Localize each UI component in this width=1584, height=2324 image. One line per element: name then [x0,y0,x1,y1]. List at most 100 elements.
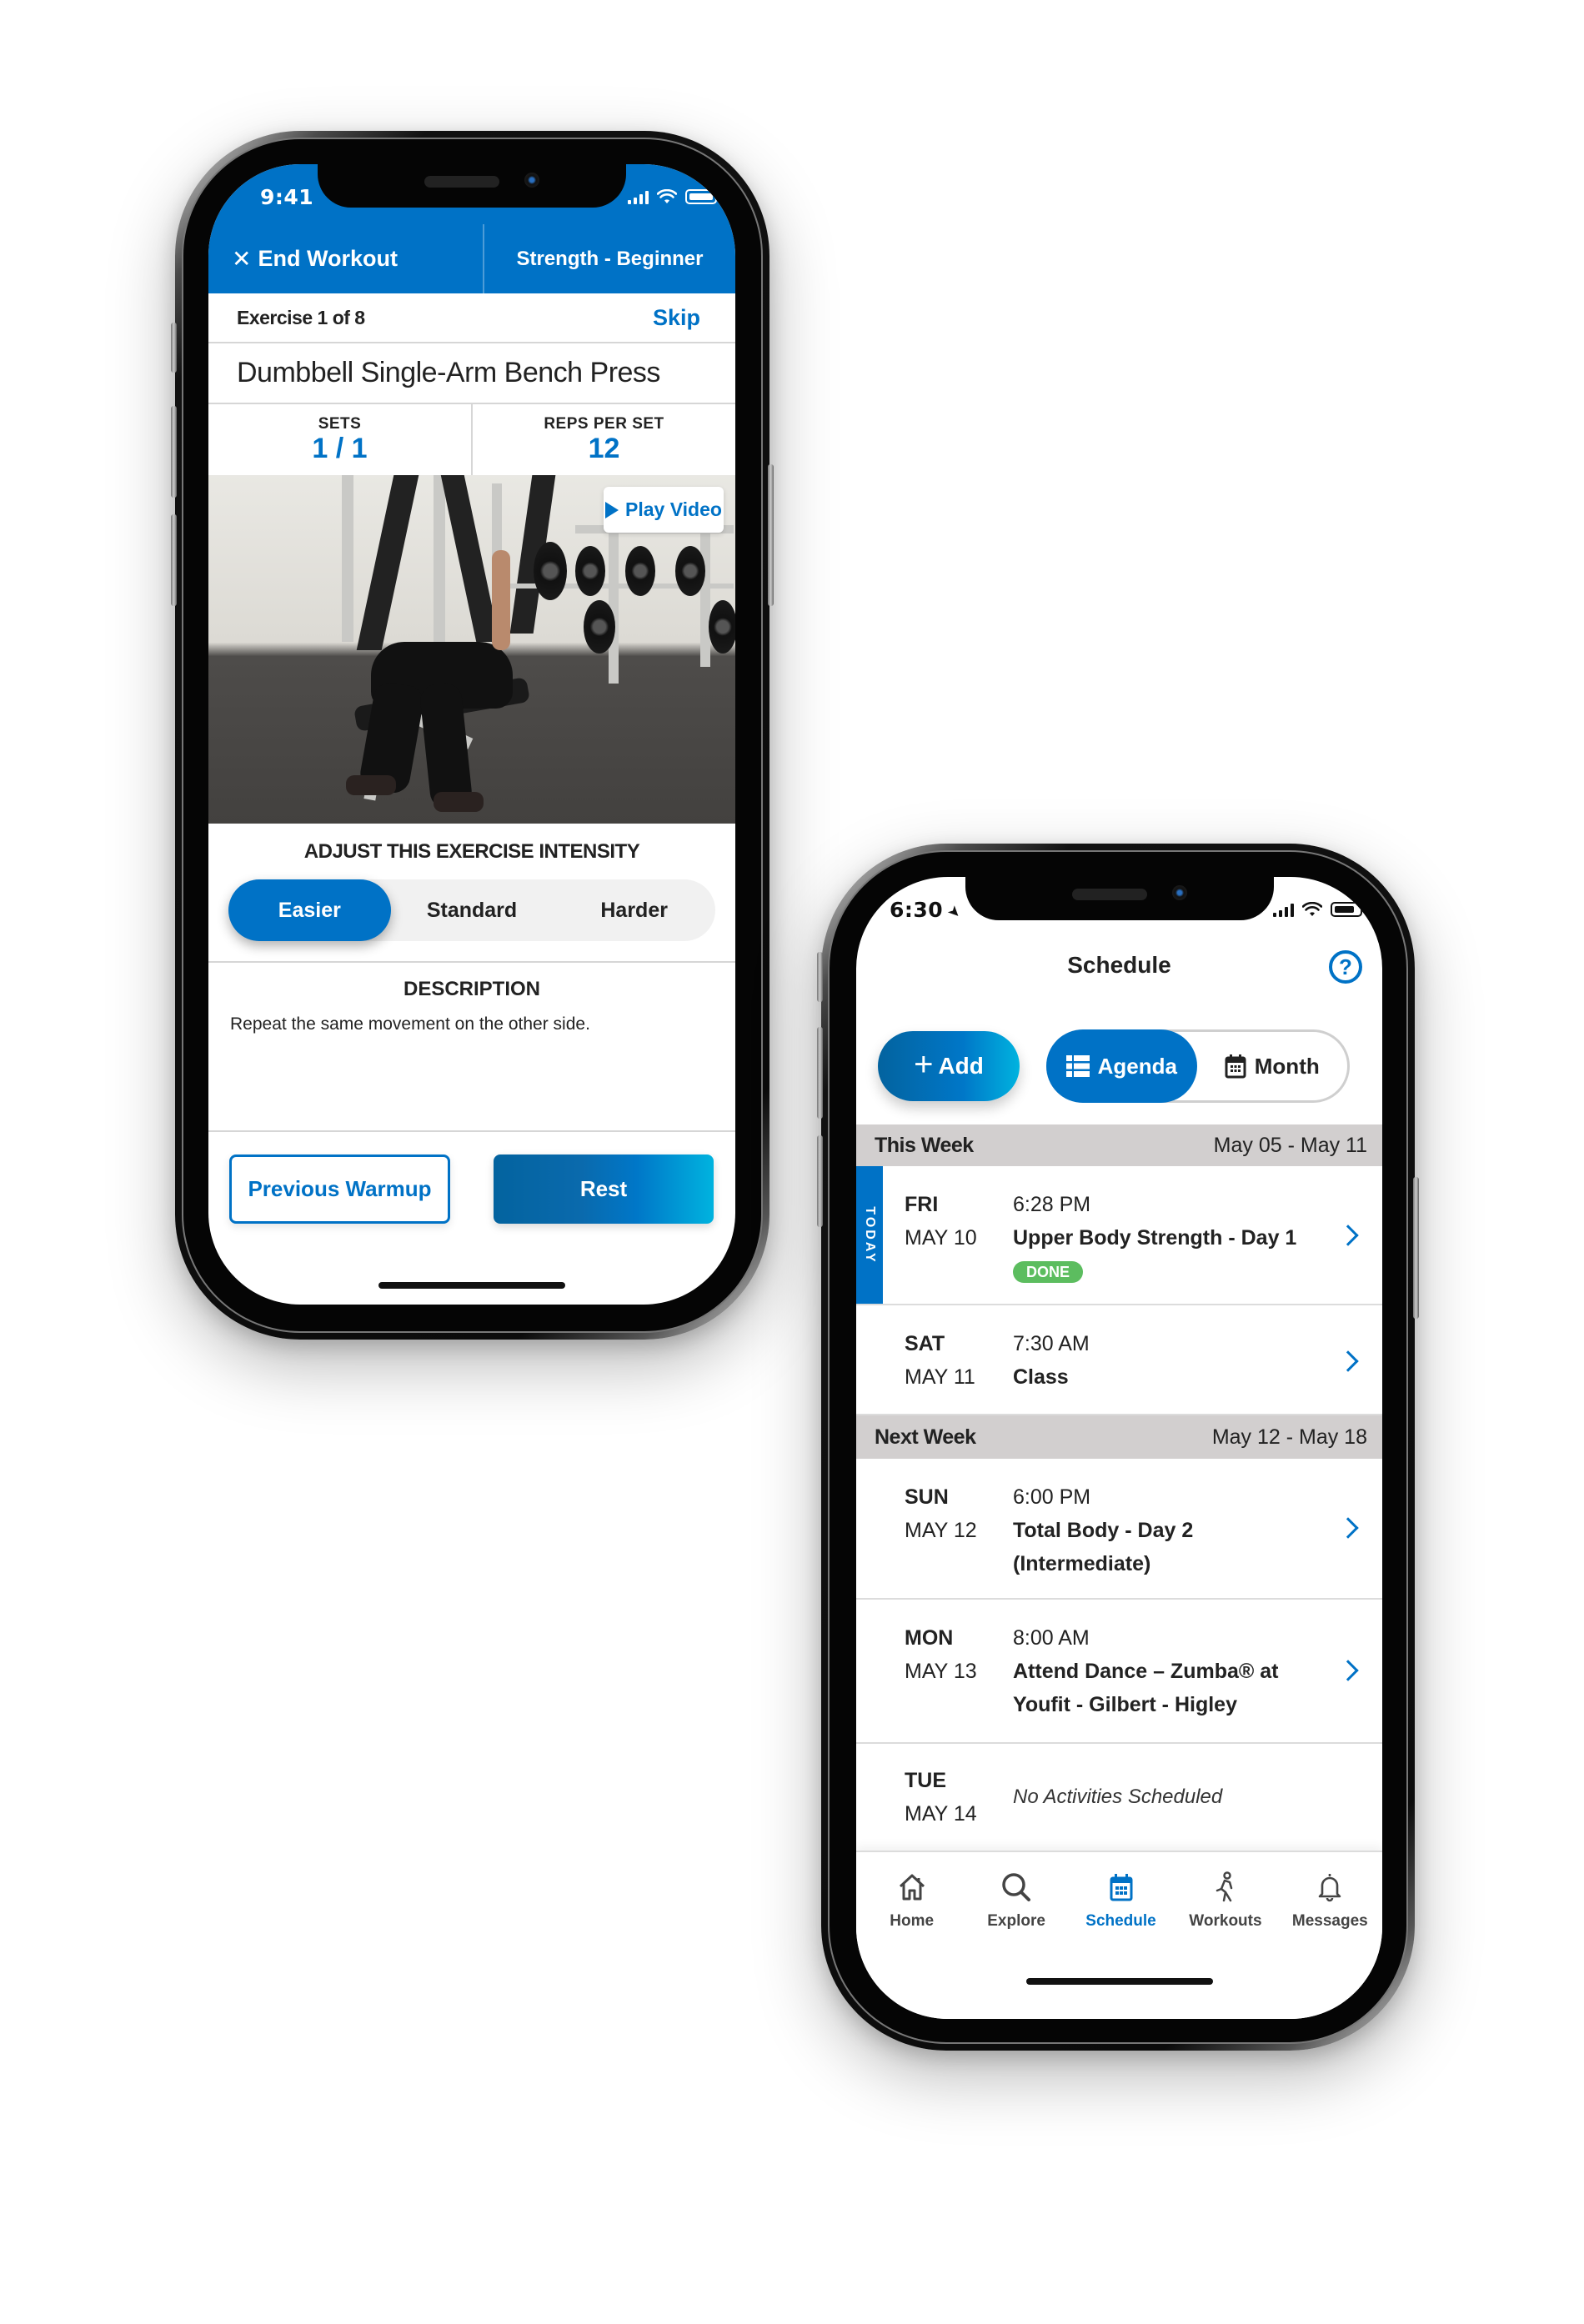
activity-title: Total Body - Day 2 (Intermediate) [1013,1519,1194,1575]
sets-value: 1 / 1 [312,432,368,464]
side-button [171,323,177,373]
battery-icon [685,189,717,204]
day-date: MAY 10 [905,1226,977,1250]
done-badge: DONE [1013,1261,1084,1283]
exercise-counter: Exercise 1 of 8 [237,306,365,328]
reps-label: REPS PER SET [544,414,664,433]
day-date: MAY 14 [905,1802,977,1826]
chevron-right-icon [1337,1350,1359,1372]
description-text: Repeat the same movement on the other si… [230,1014,590,1034]
tab-schedule[interactable]: Schedule [1069,1852,1173,1952]
view-option-month-label: Month [1254,1053,1320,1079]
status-time: 6:30➤ [890,898,965,923]
schedule-screen: 6:30➤ Schedule ? + Add Agenda Month This… [856,877,1382,2019]
play-icon [605,501,619,518]
volume-up-button [817,1027,823,1119]
schedule-day-row[interactable]: MON MAY 13 8:00 AM Attend Dance – Zumba®… [856,1600,1382,1744]
activity-title: Upper Body Strength - Day 1 [1013,1226,1297,1250]
play-video-label: Play Video [625,498,722,520]
tab-explore[interactable]: Explore [964,1852,1068,1952]
tab-workouts[interactable]: Workouts [1173,1852,1277,1952]
schedule-day-row[interactable]: SUN MAY 12 6:00 PM Total Body - Day 2 (I… [856,1459,1382,1600]
skip-button[interactable]: Skip [653,305,700,331]
workout-screen: 9:41 ✕ End Workout Strength - Beginner E… [208,164,735,1305]
cellular-signal-icon [628,191,649,204]
power-button [768,464,774,606]
day-of-week: MON [905,1626,954,1650]
exercise-progress-row: Exercise 1 of 8 Skip [208,293,735,343]
help-icon[interactable]: ? [1329,950,1362,984]
sets-label: SETS [318,414,362,433]
wifi-icon [657,189,677,203]
activity-title: Class [1013,1365,1069,1389]
schedule-day-row: TUE MAY 14 No Activities Scheduled [856,1744,1382,1852]
phone-schedule: 6:30➤ Schedule ? + Add Agenda Month This… [817,844,1419,2051]
chevron-right-icon [1337,1517,1359,1539]
notch [318,164,626,208]
sets-stat: SETS 1 / 1 [208,404,473,475]
today-label: TODAY [863,1205,877,1265]
plus-icon: + [914,1046,934,1083]
tab-messages[interactable]: Messages [1278,1852,1382,1952]
volume-down-button [817,1135,823,1227]
exercise-title: Dumbbell Single-Arm Bench Press [208,343,735,404]
tab-home[interactable]: Home [860,1852,964,1952]
end-workout-label: End Workout [258,246,398,271]
day-of-week: SUN [905,1485,949,1509]
schedule-day-row[interactable]: TODAY FRI MAY 10 6:28 PM Upper Body Stre… [856,1166,1382,1305]
reps-stat: REPS PER SET 12 [473,404,735,475]
end-workout-button[interactable]: ✕ End Workout [208,224,484,293]
bottom-tab-bar: Home Explore Schedule Workouts Messages [856,1851,1382,2019]
rest-button[interactable]: Rest [494,1154,714,1224]
play-video-button[interactable]: Play Video [604,487,724,533]
calendar-icon [1225,1054,1246,1079]
week-label: Next Week [875,1425,976,1449]
activity-time: 8:00 AM [1013,1626,1090,1650]
activity-title: Attend Dance – Zumba® at Youfit - Gilber… [1013,1660,1279,1716]
activity-time: 6:00 PM [1013,1485,1091,1509]
intensity-option-standard[interactable]: Standard [391,879,554,941]
cellular-signal-icon [1273,904,1294,917]
tab-home-label: Home [890,1912,935,1930]
exercise-image[interactable]: Play Video [208,475,735,824]
day-of-week: SAT [905,1332,945,1355]
no-activities-text: No Activities Scheduled [1013,1786,1223,1808]
program-name: Strength - Beginner [516,247,704,270]
add-button[interactable]: + Add [878,1031,1020,1101]
home-indicator[interactable] [378,1282,565,1289]
home-icon [895,1871,929,1904]
bell-icon [1313,1871,1346,1904]
tab-workouts-label: Workouts [1189,1912,1262,1930]
day-of-week: FRI [905,1193,939,1216]
status-time-text: 6:30 [890,898,944,922]
week-range: May 12 - May 18 [1211,1425,1367,1449]
intensity-option-harder[interactable]: Harder [553,879,715,941]
add-label: Add [938,1053,984,1079]
close-icon: ✕ [232,246,252,272]
location-arrow-icon: ➤ [944,901,965,924]
status-time: 9:41 [260,185,314,209]
tab-explore-label: Explore [987,1912,1045,1930]
notch [965,877,1274,920]
intensity-option-easier[interactable]: Easier [228,879,391,941]
chevron-right-icon [1337,1660,1359,1681]
intensity-title: ADJUST THIS EXERCISE INTENSITY [303,840,640,863]
activity-time: 7:30 AM [1013,1332,1090,1355]
home-indicator[interactable] [1025,1978,1213,1985]
day-date: MAY 13 [905,1660,977,1683]
day-of-week: TUE [905,1769,946,1792]
week-range: May 05 - May 11 [1213,1133,1367,1157]
schedule-day-row[interactable]: SAT MAY 11 7:30 AM Class [856,1305,1382,1415]
tab-schedule-label: Schedule [1085,1912,1156,1930]
day-date: MAY 11 [905,1365,975,1389]
phone-workout: 9:41 ✕ End Workout Strength - Beginner E… [171,131,774,1340]
previous-warmup-button[interactable]: Previous Warmup [229,1154,450,1224]
view-option-month[interactable]: Month [1197,1032,1348,1100]
view-option-agenda[interactable]: Agenda [1046,1029,1197,1103]
week-label: This Week [875,1133,974,1157]
today-indicator: TODAY [856,1166,883,1304]
description-title: DESCRIPTION [403,978,540,1000]
page-title: Schedule [1067,952,1171,978]
intensity-section: ADJUST THIS EXERCISE INTENSITY Easier St… [208,824,735,963]
battery-icon [1331,902,1362,917]
